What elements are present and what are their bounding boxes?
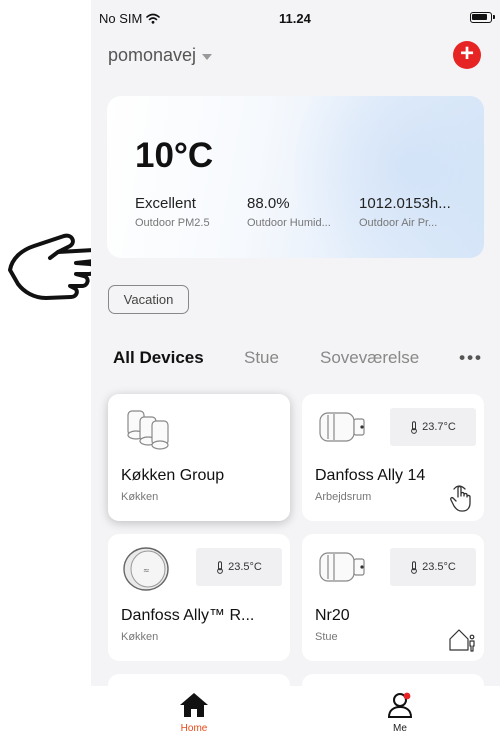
wifi-icon — [146, 13, 161, 24]
home-selector[interactable]: pomonavej — [108, 40, 213, 70]
vacation-button[interactable]: Vacation — [108, 285, 189, 314]
radiator-thermostat-icon — [319, 552, 365, 582]
device-name: Danfoss Ally™ R... — [121, 607, 255, 624]
weather-stat-label: Outdoor Humid... — [247, 217, 331, 229]
device-card[interactable]: 23.7°C Danfoss Ally 14 Arbejdsrum — [302, 394, 484, 521]
weather-stat-value: 88.0% — [247, 195, 290, 212]
room-sensor-icon: ≈ — [123, 547, 169, 591]
thermometer-icon — [411, 420, 418, 434]
carrier-indicator: No SIM — [99, 11, 161, 26]
status-time: 11.24 — [279, 11, 311, 26]
battery-icon — [470, 12, 495, 23]
nav-label: Home — [180, 723, 208, 734]
weather-stat-label: Outdoor Air Pr... — [359, 217, 438, 229]
status-bar: No SIM 11.24 — [91, 0, 500, 34]
caret-down-icon — [202, 53, 213, 60]
temperature-badge: 23.5°C — [196, 548, 282, 586]
app-screen: No SIM 11.24 pomonavej + 10°C Excellent … — [91, 0, 500, 737]
nav-label: Me — [393, 723, 407, 734]
device-name: Nr20 — [315, 607, 350, 624]
device-name: Danfoss Ally 14 — [315, 467, 426, 484]
add-device-button[interactable]: + — [453, 41, 481, 69]
device-room: Stue — [315, 631, 338, 643]
device-card[interactable]: ≈ 23.5°C Danfoss Ally™ R... Køkken — [108, 534, 290, 661]
radiator-thermostat-icon — [319, 412, 365, 442]
device-room: Køkken — [121, 631, 159, 643]
device-card[interactable]: Køkken Group Køkken — [108, 394, 290, 521]
home-away-icon — [449, 629, 475, 652]
bottom-navigation: Home Me — [91, 686, 500, 737]
svg-text:≈: ≈ — [143, 566, 150, 575]
carrier-label: No SIM — [99, 11, 143, 26]
device-room: Arbejdsrum — [315, 491, 372, 503]
nav-me[interactable]: Me — [370, 692, 430, 734]
thermometer-icon — [411, 560, 418, 574]
weather-stat-value: 1012.0153h... — [359, 195, 451, 212]
weather-stat-humidity: 88.0% Outdoor Humid... — [247, 195, 331, 229]
device-room: Køkken — [121, 491, 159, 503]
device-card[interactable]: 23.5°C Nr20 Stue — [302, 534, 484, 661]
weather-stat-pm25: Excellent Outdoor PM2.5 — [135, 195, 210, 229]
plus-icon: + — [459, 40, 474, 67]
room-tabs: All Devices Stue Soveværelse ••• — [113, 348, 483, 372]
weather-card[interactable]: 10°C Excellent Outdoor PM2.5 88.0% Outdo… — [107, 96, 484, 258]
temperature-badge: 23.5°C — [390, 548, 476, 586]
weather-stat-value: Excellent — [135, 195, 196, 212]
temperature-value: 23.5°C — [422, 561, 456, 573]
weather-stat-pressure: 1012.0153h... Outdoor Air Pr... — [359, 195, 451, 229]
touch-hand-icon — [450, 485, 471, 512]
weather-stat-label: Outdoor PM2.5 — [135, 217, 210, 229]
thermometer-icon — [217, 560, 224, 574]
more-tabs-icon[interactable]: ••• — [459, 348, 483, 368]
temperature-badge: 23.7°C — [390, 408, 476, 446]
outdoor-temperature: 10°C — [135, 136, 214, 175]
home-icon — [180, 693, 208, 717]
thermostat-group-icon — [127, 410, 169, 450]
nav-home[interactable]: Home — [164, 692, 224, 734]
tab-sovevaerelse[interactable]: Soveværelse — [320, 348, 419, 368]
device-name: Køkken Group — [121, 467, 225, 484]
tab-stue[interactable]: Stue — [244, 348, 279, 368]
temperature-value: 23.5°C — [228, 561, 262, 573]
temperature-value: 23.7°C — [422, 421, 456, 433]
home-name: pomonavej — [108, 44, 197, 65]
tab-all-devices[interactable]: All Devices — [113, 348, 204, 368]
person-icon — [387, 692, 413, 718]
